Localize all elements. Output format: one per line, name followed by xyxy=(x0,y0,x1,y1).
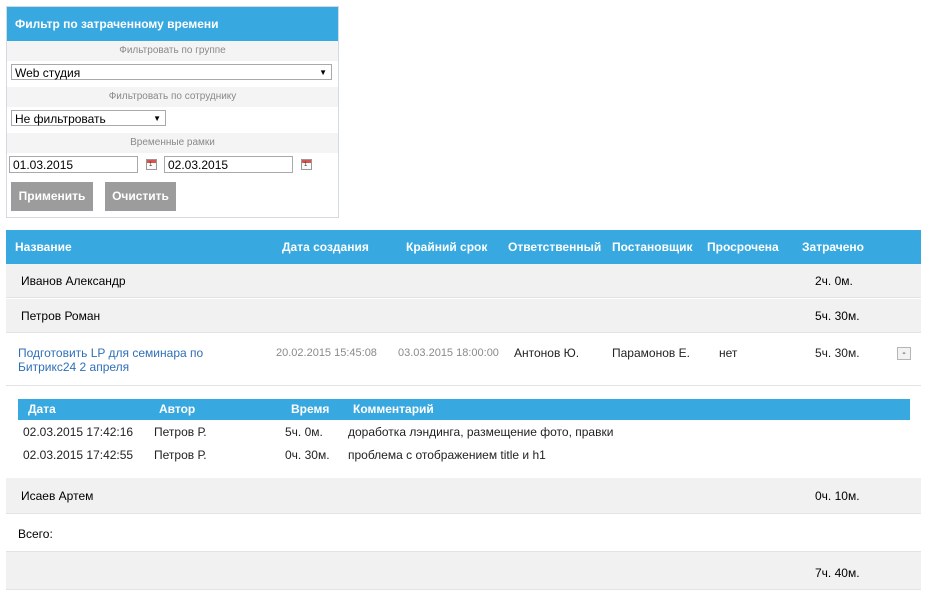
total-value: 7ч. 40м. xyxy=(815,566,860,580)
date-from-input[interactable]: 01.03.2015 xyxy=(9,156,138,173)
group-select[interactable]: Web студия ▼ xyxy=(11,64,332,80)
apply-button[interactable]: Применить xyxy=(11,182,93,211)
timeframe-label: Временные рамки xyxy=(7,133,338,153)
sub-column-date: Дата xyxy=(28,402,56,416)
employee-select[interactable]: Не фильтровать ▼ xyxy=(11,110,166,126)
column-header-spent: Затрачено xyxy=(802,240,864,254)
task-row: Подготовить LP для семинара по Битрикс24… xyxy=(6,334,921,386)
task-spent: 5ч. 30м. xyxy=(815,346,860,360)
log-comment: доработка лэндинга, размещение фото, пра… xyxy=(348,425,614,439)
filter-panel: Фильтр по затраченному времени Фильтрова… xyxy=(6,6,339,218)
table-header: Название Дата создания Крайний срок Отве… xyxy=(6,230,921,264)
task-creator: Парамонов Е. xyxy=(612,346,690,360)
log-date: 02.03.2015 17:42:55 xyxy=(23,448,134,462)
log-date: 02.03.2015 17:42:16 xyxy=(23,425,134,439)
column-header-created: Дата создания xyxy=(282,240,369,254)
sub-column-author: Автор xyxy=(159,402,196,416)
employee-select-value: Не фильтровать xyxy=(15,112,106,126)
chevron-down-icon: ▼ xyxy=(153,114,161,123)
calendar-icon-day: 1 xyxy=(149,162,153,168)
task-deadline: 03.03.2015 18:00:00 xyxy=(398,347,499,359)
log-author: Петров Р. xyxy=(154,448,207,462)
employee-time: 5ч. 30м. xyxy=(815,309,860,323)
group-select-value: Web студия xyxy=(15,66,81,80)
group-filter-label: Фильтровать по группе xyxy=(7,41,338,61)
column-header-creator: Постановщик xyxy=(612,240,693,254)
total-label: Всего: xyxy=(18,527,53,541)
calendar-icon[interactable]: 1 xyxy=(146,159,157,170)
employee-group-row: Иванов Александр 2ч. 0м. xyxy=(6,264,921,298)
sub-column-time: Время xyxy=(291,402,330,416)
column-header-deadline: Крайний срок xyxy=(406,240,488,254)
employee-name: Исаев Артем xyxy=(21,489,94,503)
employee-time: 2ч. 0м. xyxy=(815,274,853,288)
filter-title: Фильтр по затраченному времени xyxy=(7,7,338,41)
time-log-header: Дата Автор Время Комментарий xyxy=(18,399,910,420)
chevron-down-icon: ▼ xyxy=(319,68,327,77)
time-log-row: 02.03.2015 17:42:55 Петров Р. 0ч. 30м. п… xyxy=(18,445,910,466)
task-created: 20.02.2015 15:45:08 xyxy=(276,347,377,359)
date-to-input[interactable]: 02.03.2015 xyxy=(164,156,293,173)
clear-button[interactable]: Очистить xyxy=(105,182,176,211)
employee-time: 0ч. 10м. xyxy=(815,489,860,503)
sub-column-comment: Комментарий xyxy=(353,402,434,416)
employee-group-row: Петров Роман 5ч. 30м. xyxy=(6,299,921,333)
time-log-row: 02.03.2015 17:42:16 Петров Р. 5ч. 0м. до… xyxy=(18,422,910,443)
log-time: 5ч. 0м. xyxy=(285,425,323,439)
column-header-overdue: Просрочена xyxy=(707,240,779,254)
task-responsible: Антонов Ю. xyxy=(514,346,580,360)
calendar-icon-day: 1 xyxy=(304,162,308,168)
employee-group-row: Исаев Артем 0ч. 10м. xyxy=(6,478,921,514)
task-title-link[interactable]: Подготовить LP для семинара по Битрикс24… xyxy=(18,346,248,374)
employee-name: Иванов Александр xyxy=(21,274,126,288)
log-comment: проблема с отображением title и h1 xyxy=(348,448,546,462)
log-author: Петров Р. xyxy=(154,425,207,439)
total-row: 7ч. 40м. xyxy=(6,552,921,590)
collapse-button[interactable]: - xyxy=(897,347,911,360)
column-header-responsible: Ответственный xyxy=(508,240,602,254)
log-time: 0ч. 30м. xyxy=(285,448,330,462)
calendar-icon[interactable]: 1 xyxy=(301,159,312,170)
employee-filter-label: Фильтровать по сотруднику xyxy=(7,87,338,107)
employee-name: Петров Роман xyxy=(21,309,101,323)
task-overdue: нет xyxy=(719,346,738,360)
total-label-row: Всего: xyxy=(6,514,921,552)
column-header-name: Название xyxy=(15,240,72,254)
